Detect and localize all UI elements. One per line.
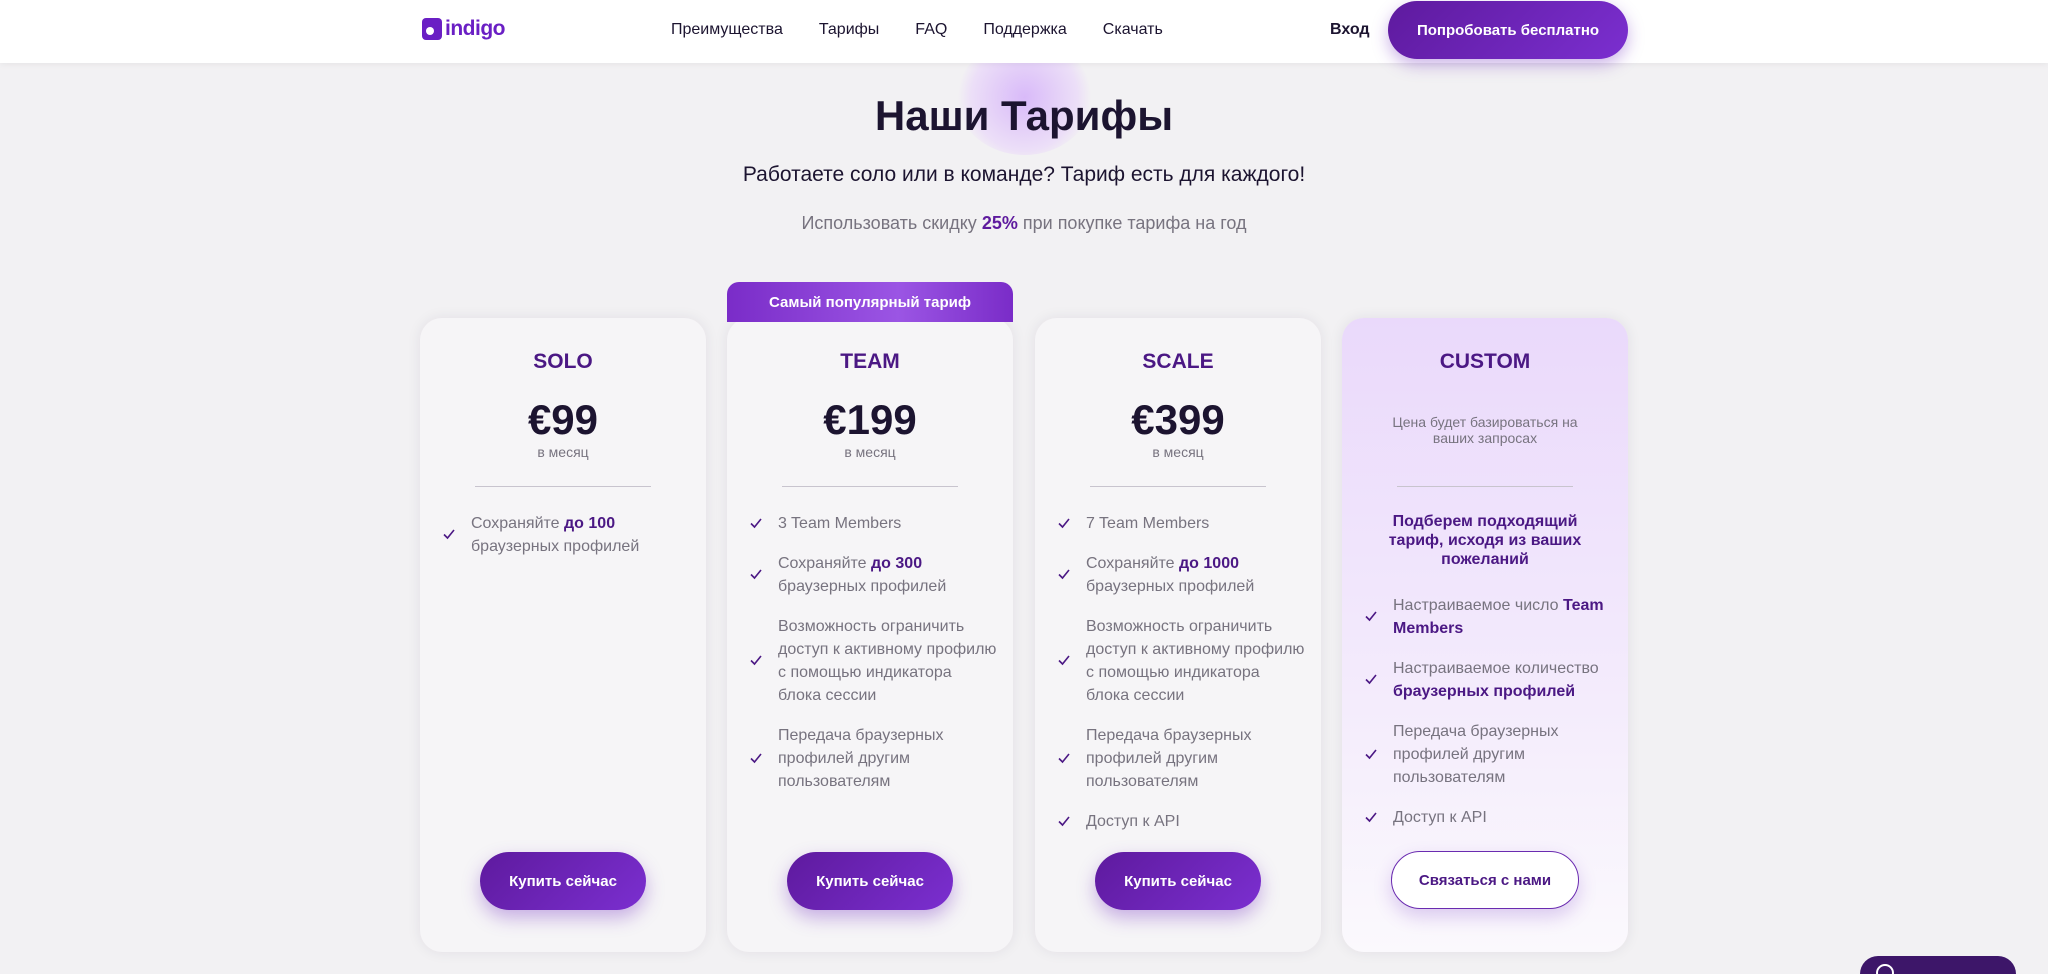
discount-value: 25% (981, 213, 1018, 233)
check-icon (443, 529, 455, 540)
plan-name: SCALE (1142, 350, 1214, 373)
custom-price-note: Цена будет базироваться на ваших запроса… (1392, 414, 1578, 446)
divider (1090, 486, 1266, 487)
plan-price: €199 (823, 396, 917, 443)
feature-highlight: до 100 (564, 515, 616, 532)
plan-period: в месяц (1152, 444, 1204, 460)
feature-text: Сохраняйте (1086, 555, 1175, 572)
feature-text: Передача браузерных профилей другим поль… (778, 727, 944, 790)
feature-item: Сохраняйте до 1000 браузерных профилей (1055, 552, 1305, 598)
discount-prefix: Использовать скидку (801, 213, 977, 233)
buy-now-button[interactable]: Купить сейчас (1095, 852, 1261, 910)
logo-icon (422, 18, 442, 40)
feature-text: Настраиваемое число (1393, 597, 1559, 614)
feature-text: браузерных профилей (471, 538, 640, 555)
check-icon (1365, 748, 1377, 759)
feature-text: Возможность ограничить доступ к активном… (1086, 618, 1305, 704)
plan-name: CUSTOM (1439, 350, 1531, 373)
feature-item: 3 Team Members (747, 512, 997, 535)
check-icon (750, 752, 762, 763)
feature-highlight: до 300 (871, 555, 923, 572)
feature-text: 3 Team Members (778, 515, 902, 532)
plan-period: в месяц (537, 444, 589, 460)
check-icon (1365, 811, 1377, 822)
feature-item: Передача браузерных профилей другим поль… (747, 724, 997, 793)
logo[interactable]: indigo (422, 17, 505, 41)
nav-link-advantages[interactable]: Преимущества (671, 21, 783, 39)
feature-text: Доступ к API (1393, 809, 1487, 826)
logo-text: indigo (445, 17, 505, 40)
login-link[interactable]: Вход (1330, 21, 1370, 39)
contact-us-button[interactable]: Связаться с нами (1391, 851, 1579, 909)
check-icon (1365, 674, 1377, 685)
plan-price: €399 (1131, 396, 1225, 443)
check-icon (1365, 611, 1377, 622)
nav-links: Преимущества Тарифы FAQ Поддержка Скачат… (671, 21, 1163, 39)
feature-item: Передача браузерных профилей другим поль… (1362, 720, 1612, 789)
plan-card-team: TEAM €199 в месяц 3 Team Members Сохраня… (727, 318, 1013, 952)
feature-text: 7 Team Members (1086, 515, 1210, 532)
nav-link-pricing[interactable]: Тарифы (819, 21, 879, 39)
check-icon (1058, 655, 1070, 666)
check-icon (1058, 517, 1070, 528)
check-icon (1058, 815, 1070, 826)
feature-text: Передача браузерных профилей другим поль… (1086, 727, 1252, 790)
plan-name: TEAM (840, 350, 900, 373)
feature-text: браузерных профилей (1086, 578, 1255, 595)
divider (1397, 486, 1573, 487)
custom-lead-text: Подберем подходящий тариф, исходя из ваш… (1388, 513, 1582, 568)
divider (475, 486, 651, 487)
nav-link-support[interactable]: Поддержка (983, 21, 1066, 39)
chat-icon (1876, 964, 1894, 974)
plan-period: в месяц (844, 444, 896, 460)
plan-card-scale: SCALE €399 в месяц 7 Team Members Сохран… (1035, 318, 1321, 952)
check-icon (750, 655, 762, 666)
feature-item: Возможность ограничить доступ к активном… (747, 615, 997, 707)
check-icon (750, 569, 762, 580)
page-subtitle: Работаете соло или в команде? Тариф есть… (742, 163, 1306, 186)
buy-now-button[interactable]: Купить сейчас (480, 852, 646, 910)
discount-suffix: при покупке тарифа на год (1022, 213, 1247, 233)
plan-card-custom: CUSTOM Цена будет базироваться на ваших … (1342, 318, 1628, 952)
buy-now-button[interactable]: Купить сейчас (787, 852, 953, 910)
feature-item: Сохраняйте до 300 браузерных профилей (747, 552, 997, 598)
feature-item: Сохраняйте до 100 браузерных профилей (440, 512, 690, 558)
top-navbar: indigo Преимущества Тарифы FAQ Поддержка… (0, 0, 2048, 63)
feature-highlight: браузерных профилей (1393, 683, 1576, 700)
divider (782, 486, 958, 487)
check-icon (1058, 752, 1070, 763)
feature-item: Передача браузерных профилей другим поль… (1055, 724, 1305, 793)
check-icon (750, 517, 762, 528)
chat-widget-button[interactable] (1860, 956, 2016, 974)
popular-plan-badge: Самый популярный тариф (727, 282, 1013, 322)
feature-highlight: до 1000 (1179, 555, 1239, 572)
feature-text: Сохраняйте (471, 515, 560, 532)
nav-link-faq[interactable]: FAQ (915, 21, 947, 39)
feature-text: Сохраняйте (778, 555, 867, 572)
plan-card-solo: SOLO €99 в месяц Сохраняйте до 100 брауз… (420, 318, 706, 952)
nav-link-download[interactable]: Скачать (1103, 21, 1163, 39)
try-free-button[interactable]: Попробовать бесплатно (1388, 1, 1628, 59)
feature-list: Настраиваемое число Team Members Настраи… (1362, 594, 1612, 846)
feature-list: Сохраняйте до 100 браузерных профилей (440, 512, 690, 575)
feature-item: Доступ к API (1362, 806, 1612, 829)
plan-price: €99 (527, 396, 599, 443)
feature-item: Настраиваемое количество браузерных проф… (1362, 657, 1612, 703)
feature-item: Доступ к API (1055, 810, 1305, 833)
feature-item: Возможность ограничить доступ к активном… (1055, 615, 1305, 707)
feature-list: 3 Team Members Сохраняйте до 300 браузер… (747, 512, 997, 810)
feature-item: Настраиваемое число Team Members (1362, 594, 1612, 640)
feature-item: 7 Team Members (1055, 512, 1305, 535)
discount-note: Использовать скидку 25% при покупке тари… (0, 213, 2048, 234)
feature-text: Передача браузерных профилей другим поль… (1393, 723, 1559, 786)
check-icon (1058, 569, 1070, 580)
page-title: Наши Тарифы (874, 92, 1174, 139)
feature-text: Возможность ограничить доступ к активном… (778, 618, 997, 704)
feature-text: Настраиваемое количество (1393, 660, 1599, 677)
feature-list: 7 Team Members Сохраняйте до 1000 браузе… (1055, 512, 1305, 850)
feature-text: Доступ к API (1086, 813, 1180, 830)
feature-text: браузерных профилей (778, 578, 947, 595)
plan-name: SOLO (533, 350, 593, 373)
